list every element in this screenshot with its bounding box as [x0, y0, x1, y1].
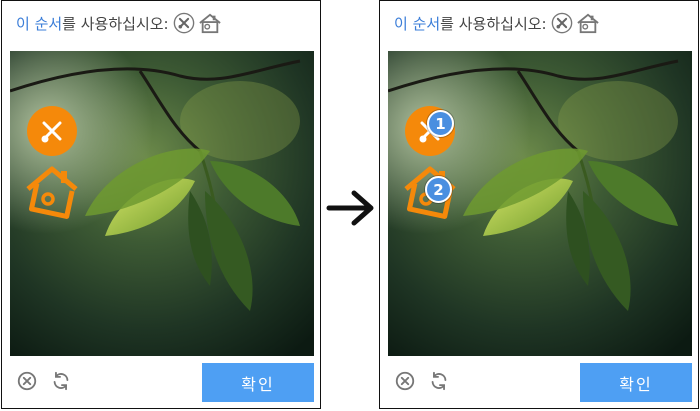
confirm-button[interactable]: 확인 — [580, 363, 692, 402]
refresh-icon[interactable] — [428, 370, 450, 392]
captcha-footer: 확인 — [2, 361, 320, 405]
confirm-button[interactable]: 확인 — [202, 363, 314, 402]
refresh-icon[interactable] — [50, 370, 72, 392]
captcha-panel-before: 이 순서 를 사용하십시오: 확인 — [1, 0, 321, 409]
house-icon[interactable] — [24, 163, 80, 219]
arrow-right-icon — [326, 190, 374, 226]
order-badge: 2 — [425, 176, 452, 203]
close-circle-icon[interactable] — [394, 370, 416, 392]
scissors-icon — [173, 12, 194, 34]
captcha-prompt: 이 순서 를 사용하십시오: — [380, 1, 698, 45]
close-circle-icon[interactable] — [16, 370, 38, 392]
captcha-panel-after: 이 순서 를 사용하십시오: 1 2 확인 — [379, 0, 699, 409]
captcha-footer: 확인 — [380, 361, 698, 405]
prompt-text: 를 사용하십시오: — [440, 14, 547, 33]
captcha-image[interactable] — [10, 51, 314, 356]
house-icon — [576, 13, 599, 34]
order-badge: 1 — [427, 110, 454, 137]
scissors-icon[interactable] — [26, 105, 78, 157]
scissors-icon — [551, 12, 572, 34]
prompt-text: 를 사용하십시오: — [62, 14, 169, 33]
captcha-image[interactable]: 1 2 — [388, 51, 692, 356]
prompt-highlight: 이 순서 — [16, 14, 63, 33]
prompt-highlight: 이 순서 — [394, 14, 441, 33]
captcha-prompt: 이 순서 를 사용하십시오: — [2, 1, 320, 45]
house-icon — [198, 13, 221, 34]
